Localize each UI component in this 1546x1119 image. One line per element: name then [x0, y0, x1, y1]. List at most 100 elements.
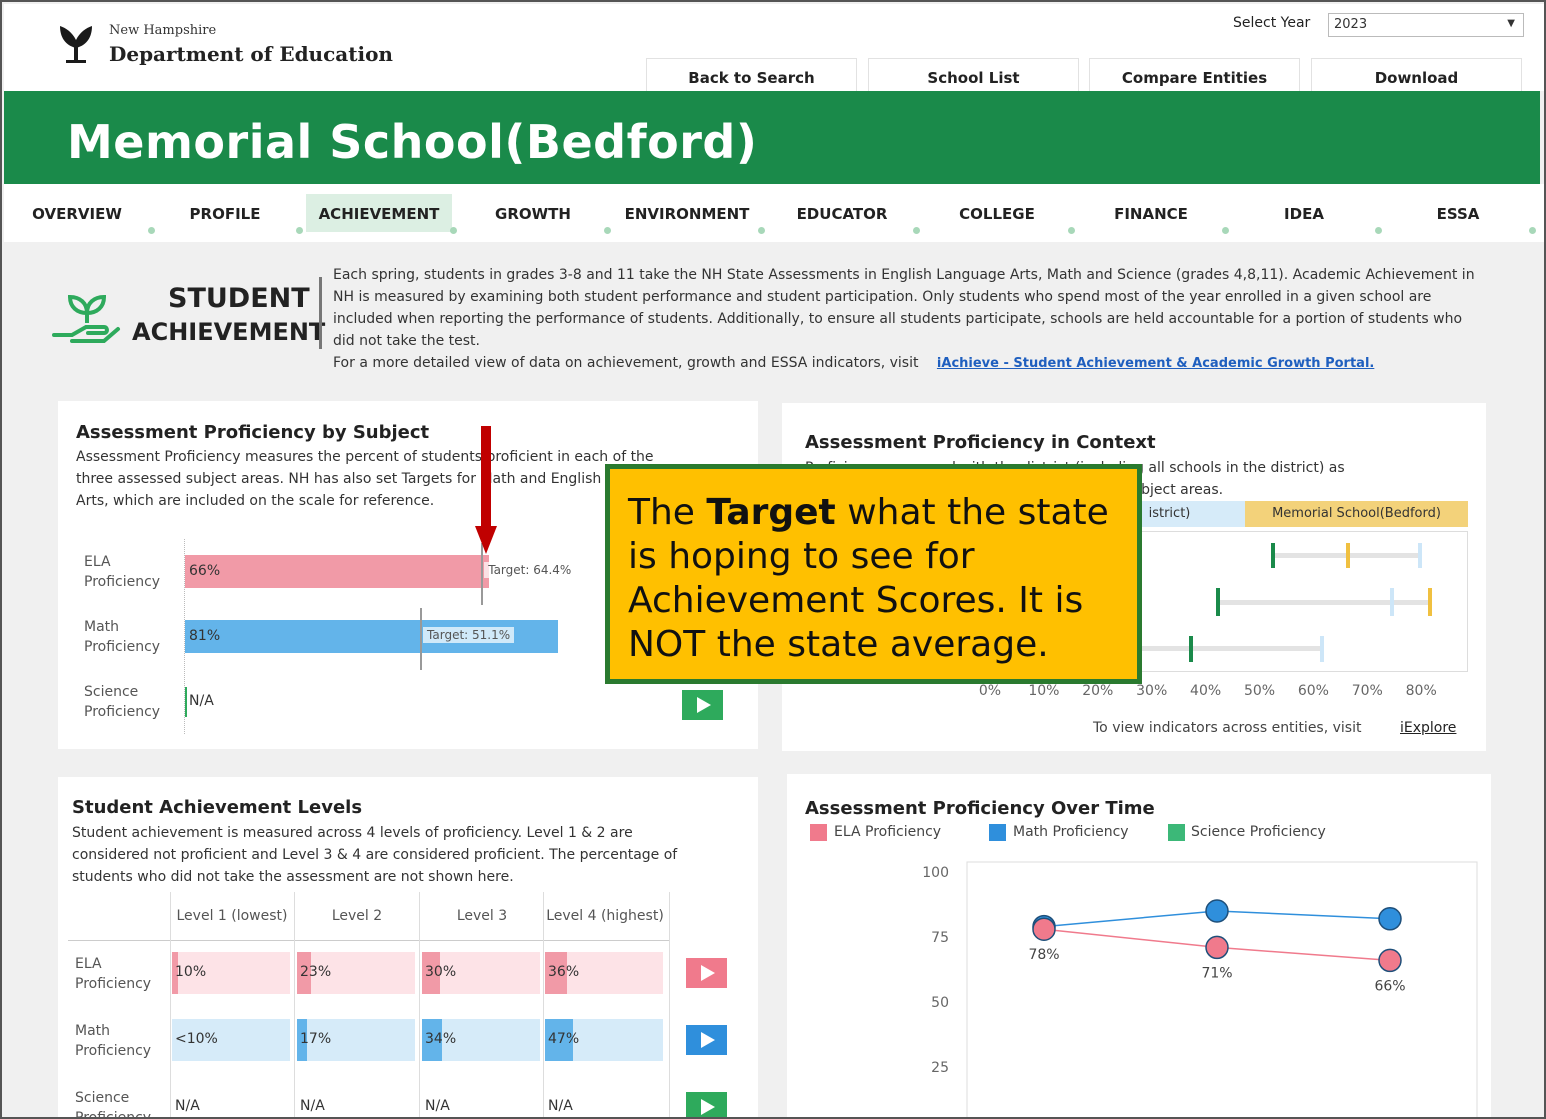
tab-indicator — [913, 227, 920, 234]
back-to-search-button[interactable]: Back to Search — [646, 58, 857, 92]
seedling-hand-icon — [52, 294, 120, 343]
tab-environment[interactable]: ENVIRONMENT — [614, 194, 765, 234]
select-year-label: Select Year — [1233, 15, 1311, 31]
level-cell-value: 17% — [300, 1031, 332, 1047]
tab-educator[interactable]: EDUCATOR — [769, 194, 920, 234]
level-2-header: Level 2 — [331, 908, 383, 924]
school-name: Memorial School(Bedford) — [67, 115, 758, 169]
ela-district-marker — [1418, 543, 1422, 568]
download-button[interactable]: Download — [1311, 58, 1522, 92]
tab-indicator — [296, 227, 303, 234]
data-point[interactable] — [1205, 935, 1229, 960]
level-row-play-button[interactable] — [686, 1092, 727, 1117]
subject-value-label: 66% — [189, 563, 221, 579]
iachieve-link[interactable]: iAchieve - Student Achievement & Academi… — [937, 356, 1374, 371]
levels-col-rule — [543, 892, 544, 1117]
ela-school-marker — [1346, 543, 1350, 568]
level-cell-value: 10% — [175, 964, 207, 980]
section-tabs: OVERVIEW PROFILE ACHIEVEMENT GROWTH ENVI… — [4, 184, 1544, 242]
science-state-marker — [1189, 636, 1193, 662]
iexplore-link[interactable]: iExplore — [1400, 720, 1456, 736]
level-cell-value: 30% — [425, 964, 457, 980]
subject-bar[interactable] — [185, 555, 489, 588]
math-school-marker — [1428, 588, 1432, 616]
legend-label-math: Math Proficiency — [1013, 824, 1129, 840]
subject-row-label: Math Proficiency — [84, 619, 161, 655]
data-point[interactable] — [1378, 948, 1402, 973]
levels-title: Student Achievement Levels — [72, 797, 363, 818]
tab-profile[interactable]: PROFILE — [152, 194, 303, 234]
tab-achievement[interactable]: ACHIEVEMENT — [306, 194, 457, 234]
axis-tick-label: 60% — [1297, 683, 1329, 699]
year-select[interactable]: 2023 ▼ — [1328, 13, 1524, 37]
target-label: Target: 51.1% — [423, 627, 515, 643]
level-row-label: Math Proficiency — [75, 1023, 152, 1059]
tab-label: PROFILE — [189, 205, 261, 223]
level-row-play-button[interactable] — [686, 958, 727, 988]
axis-tick-label: 40% — [1190, 683, 1222, 699]
legend-swatch-ela — [810, 824, 827, 841]
tab-idea[interactable]: IDEA — [1231, 194, 1382, 234]
level-row-label: Science Proficiency — [75, 1090, 152, 1119]
section-title-line2: ACHIEVEMENT — [132, 318, 326, 346]
data-point[interactable] — [1032, 917, 1056, 941]
tab-finance[interactable]: FINANCE — [1078, 194, 1229, 234]
target-callout: The Target what the state is hoping to s… — [605, 464, 1142, 684]
desc-line: students who did not take the assessment… — [72, 869, 514, 885]
tab-label: EDUCATOR — [796, 205, 888, 223]
y-tick-label: 50 — [931, 995, 949, 1011]
compare-entities-button[interactable]: Compare Entities — [1089, 58, 1300, 92]
subject-value-label: N/A — [189, 693, 214, 709]
tab-growth[interactable]: GROWTH — [460, 194, 611, 234]
tab-essa[interactable]: ESSA — [1385, 194, 1536, 234]
level-cell-value: N/A — [548, 1098, 573, 1114]
data-point[interactable] — [1205, 899, 1229, 923]
data-label: 66% — [1374, 978, 1405, 994]
level-cell-value: 47% — [548, 1031, 580, 1047]
tab-indicator — [758, 227, 765, 234]
app-window: New Hampshire Department of Education Se… — [0, 0, 1546, 1119]
intro-paragraph: Each spring, students in grades 3-8 and … — [333, 267, 1475, 349]
by-subject-title: Assessment Proficiency by Subject — [76, 422, 430, 443]
school-list-button[interactable]: School List — [868, 58, 1079, 92]
over-time-chart: 025507510078%71%66% — [922, 861, 1478, 1117]
chevron-down-icon: ▼ — [1507, 18, 1515, 29]
levels-desc: Student achievement is measured across 4… — [72, 822, 752, 888]
level-cell-value: N/A — [425, 1098, 450, 1114]
level-cell-value: 23% — [300, 964, 332, 980]
axis-tick-label: 0% — [978, 683, 1002, 699]
intro-link-prefix: For a more detailed view of data on achi… — [333, 355, 919, 371]
axis-tick-label: 50% — [1243, 683, 1276, 699]
level-cell-value: 36% — [548, 964, 580, 980]
tab-label: FINANCE — [1114, 205, 1188, 223]
data-label: 78% — [1028, 947, 1059, 963]
desc-line: considered not proficient and Level 3 & … — [72, 847, 678, 863]
target-line — [420, 608, 423, 670]
callout-text: The — [628, 492, 707, 533]
math-district-marker — [1390, 588, 1394, 616]
legend-label-science: Science Proficiency — [1191, 824, 1326, 840]
intro-text: Each spring, students in grades 3-8 and … — [333, 264, 1483, 375]
tab-college[interactable]: COLLEGE — [924, 194, 1075, 234]
org-name-small: New Hampshire — [109, 23, 217, 38]
level-4-header: Level 4 (highest) — [546, 908, 664, 924]
axis-tick-label: 10% — [1028, 683, 1060, 699]
data-point[interactable] — [1378, 907, 1402, 931]
legend-label-ela: ELA Proficiency — [834, 824, 942, 840]
desc-line: Student achievement is measured across 4… — [72, 825, 633, 841]
legend-school: Memorial School(Bedford) — [1245, 501, 1468, 527]
target-label: Target: 64.4% — [484, 562, 576, 578]
tab-label: ACHIEVEMENT — [318, 205, 440, 223]
tab-overview[interactable]: OVERVIEW — [4, 194, 155, 234]
science-play-button[interactable] — [682, 690, 723, 720]
science-district-marker — [1320, 636, 1324, 662]
y-tick-label: 100 — [922, 865, 949, 881]
org-name: Department of Education — [109, 42, 393, 66]
ela-state-marker — [1271, 543, 1275, 568]
level-cell-value: <10% — [175, 1031, 218, 1047]
math-range-bar — [1219, 600, 1431, 605]
levels-col-rule — [669, 892, 670, 1117]
axis-tick-label: 20% — [1082, 683, 1114, 699]
tab-indicator — [450, 227, 457, 234]
level-row-play-button[interactable] — [686, 1025, 727, 1055]
